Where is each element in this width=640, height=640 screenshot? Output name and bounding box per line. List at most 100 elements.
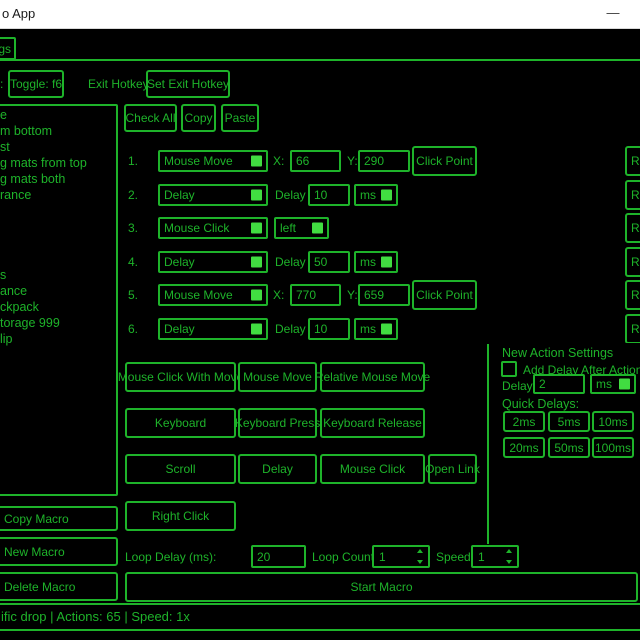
dropdown-icon	[251, 324, 262, 335]
unit-value: ms	[360, 255, 376, 269]
action-row-number: 3.	[128, 221, 138, 235]
speed-stepper[interactable]: 1	[471, 545, 519, 568]
new-macro-button[interactable]: New Macro	[0, 537, 118, 566]
unit-dropdown[interactable]: ms	[354, 184, 398, 206]
action-type-dropdown[interactable]: Delay	[158, 318, 268, 340]
click-point-button[interactable]: Click Point	[412, 280, 477, 310]
remove-action-button[interactable]: R	[625, 280, 640, 310]
x-label: X:	[273, 154, 284, 168]
add-delay-after-action-checkbox[interactable]	[501, 361, 517, 377]
mouse-button-dropdown[interactable]: left	[274, 217, 329, 239]
quick-delay-10ms-button[interactable]: 10ms	[592, 411, 634, 432]
add-delay-button[interactable]: Delay	[238, 454, 317, 484]
loop-delay-input[interactable]: 20	[251, 545, 306, 568]
y-label: Y:	[347, 288, 358, 302]
spinner-up-icon[interactable]	[506, 549, 512, 553]
action-type-value: Mouse Click	[164, 221, 229, 235]
copy-macro-button[interactable]: Copy Macro	[0, 506, 118, 531]
speed-label: Speed:	[436, 550, 474, 564]
add-keyboard-press-button[interactable]: Keyboard Press	[238, 408, 317, 438]
action-row-number: 6.	[128, 322, 138, 336]
add-mouse-click-button[interactable]: Mouse Click	[320, 454, 425, 484]
minimize-icon[interactable]: —	[598, 0, 628, 28]
action-row-number: 2.	[128, 188, 138, 202]
unit-value: ms	[596, 377, 612, 391]
x-input[interactable]: 770	[290, 284, 341, 306]
spinner-up-icon[interactable]	[417, 549, 423, 553]
mouse-button-value: left	[280, 221, 296, 235]
unit-value: ms	[360, 322, 376, 336]
unit-dropdown[interactable]: ms	[354, 318, 398, 340]
add-keyboard-button[interactable]: Keyboard	[125, 408, 236, 438]
quick-delay-20ms-button[interactable]: 20ms	[503, 437, 545, 458]
exit-hotkey-label: Exit Hotkey:	[88, 77, 152, 91]
titlebar: o App —	[0, 0, 640, 29]
remove-action-button[interactable]: R	[625, 146, 640, 176]
action-type-dropdown[interactable]: Delay	[158, 184, 268, 206]
new-action-settings-divider	[487, 344, 489, 544]
action-type-dropdown[interactable]: Mouse Click	[158, 217, 268, 239]
action-row-number: 4.	[128, 255, 138, 269]
check-all-button[interactable]: Check All	[124, 104, 177, 132]
action-type-value: Delay	[164, 255, 195, 269]
loop-count-stepper[interactable]: 1	[372, 545, 430, 568]
add-right-click-button[interactable]: Right Click	[125, 501, 236, 531]
dropdown-icon	[251, 156, 262, 167]
add-keyboard-release-button[interactable]: Keyboard Release	[320, 408, 425, 438]
delete-macro-button[interactable]: Delete Macro	[0, 572, 118, 601]
add-mouse-move-button[interactable]: Mouse Move	[238, 362, 317, 392]
add-scroll-button[interactable]: Scroll	[125, 454, 236, 484]
add-mouse-click-with-move-button[interactable]: Mouse Click With Move	[125, 362, 236, 392]
quick-delay-50ms-button[interactable]: 50ms	[548, 437, 590, 458]
dropdown-icon	[251, 257, 262, 268]
action-type-dropdown[interactable]: Mouse Move	[158, 150, 268, 172]
delay-label: Delay	[275, 322, 306, 336]
new-action-unit-dropdown[interactable]: ms	[590, 374, 636, 394]
x-input[interactable]: 66	[290, 150, 341, 172]
add-relative-mouse-move-button[interactable]: Relative Mouse Move	[320, 362, 425, 392]
action-type-dropdown[interactable]: Mouse Move	[158, 284, 268, 306]
spinner-down-icon[interactable]	[417, 560, 423, 564]
add-open-link-button[interactable]: Open Link	[428, 454, 477, 484]
tab-settings[interactable]: gs	[0, 37, 16, 60]
window-title: o App	[2, 0, 35, 28]
remove-action-button[interactable]: R	[625, 180, 640, 210]
action-type-value: Mouse Move	[164, 288, 233, 302]
quick-delay-5ms-button[interactable]: 5ms	[548, 411, 590, 432]
click-point-button[interactable]: Click Point	[412, 146, 477, 176]
dropdown-icon	[251, 290, 262, 301]
delay-input[interactable]: 10	[308, 318, 350, 340]
y-input[interactable]: 290	[358, 150, 410, 172]
status-text: ific drop | Actions: 65 | Speed: 1x	[1, 609, 190, 624]
set-exit-hotkey-button[interactable]: Set Exit Hotkey	[146, 70, 230, 98]
remove-action-button[interactable]: R	[625, 314, 640, 343]
spinner-down-icon[interactable]	[506, 560, 512, 564]
delay-input[interactable]: 50	[308, 251, 350, 273]
paste-button[interactable]: Paste	[221, 104, 259, 132]
y-input[interactable]: 659	[358, 284, 410, 306]
dropdown-icon	[251, 223, 262, 234]
quick-delay-2ms-button[interactable]: 2ms	[503, 411, 545, 432]
new-action-delay-input[interactable]: 2	[533, 374, 585, 394]
macro-list-item[interactable]: e	[0, 108, 7, 123]
dropdown-icon	[381, 324, 392, 335]
toggle-hotkey-button[interactable]: Toggle: f6	[8, 70, 64, 98]
dropdown-icon	[312, 223, 323, 234]
dropdown-icon	[251, 190, 262, 201]
remove-action-button[interactable]: R	[625, 213, 640, 243]
remove-action-button[interactable]: R	[625, 247, 640, 277]
action-type-dropdown[interactable]: Delay	[158, 251, 268, 273]
quick-delay-100ms-button[interactable]: 100ms	[592, 437, 634, 458]
action-type-value: Mouse Move	[164, 154, 233, 168]
delay-input[interactable]: 10	[308, 184, 350, 206]
copy-button[interactable]: Copy	[181, 104, 216, 132]
start-macro-button[interactable]: Start Macro	[125, 572, 638, 602]
action-type-value: Delay	[164, 322, 195, 336]
dropdown-icon	[381, 190, 392, 201]
macro-list-item[interactable]: m bottom	[0, 124, 52, 139]
unit-dropdown[interactable]: ms	[354, 251, 398, 273]
loop-delay-label: Loop Delay (ms):	[125, 550, 216, 564]
statusbar-top-divider	[0, 603, 640, 605]
loop-count-value: 1	[379, 550, 386, 564]
dropdown-icon	[381, 257, 392, 268]
